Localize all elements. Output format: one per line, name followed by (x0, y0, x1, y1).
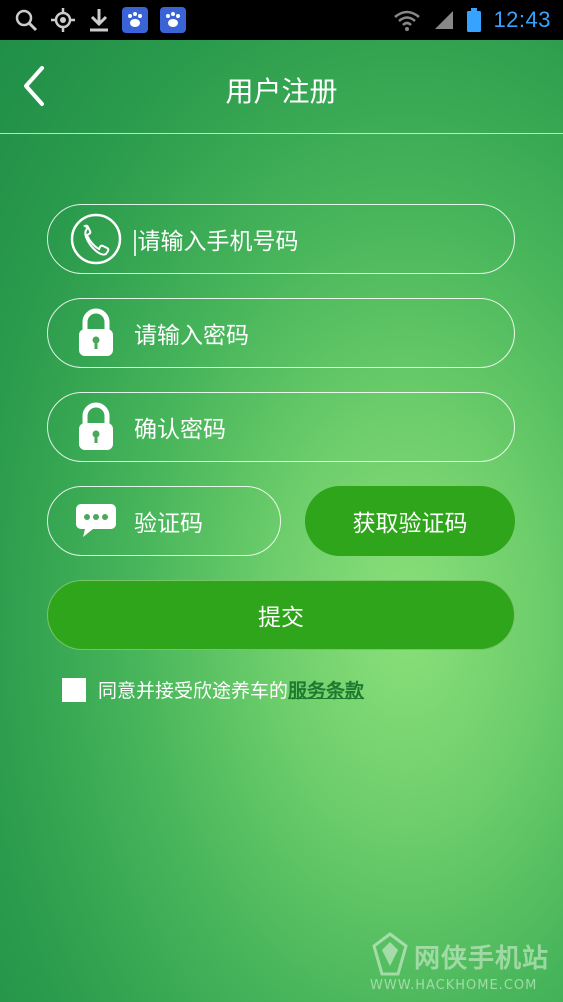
watermark-title: 网侠手机站 (414, 944, 550, 974)
phone-icon (66, 209, 126, 269)
baidu-paw-icon (122, 7, 148, 33)
phone-input[interactable]: 请输入手机号码 (134, 222, 299, 256)
watermark: 网侠手机站 WWW.HACKHOME.COM (370, 928, 560, 998)
text-cursor (134, 229, 136, 256)
baidu-paw-icon (160, 7, 186, 33)
gps-icon (50, 7, 76, 33)
code-field[interactable]: 验证码 (47, 486, 281, 556)
terms-link[interactable]: 服务条款 (288, 676, 364, 703)
status-time: 12:43 (493, 7, 551, 32)
wifi-icon (393, 9, 421, 31)
signal-icon (433, 9, 455, 31)
code-input[interactable]: 验证码 (134, 504, 203, 538)
app-header: 用户注册 (0, 40, 563, 134)
agree-checkbox[interactable] (62, 677, 86, 702)
watermark-logo-icon (372, 932, 408, 976)
download-icon (88, 7, 110, 33)
confirm-password-input[interactable]: 确认密码 (134, 410, 226, 444)
status-bar: 12:43 (0, 0, 563, 40)
submit-button[interactable]: 提交 (47, 580, 515, 650)
battery-icon (467, 8, 482, 32)
watermark-url: WWW.HACKHOME.COM (370, 978, 538, 993)
phone-field[interactable]: 请输入手机号码 (47, 204, 515, 274)
lock-icon (66, 397, 126, 457)
agreement-text: 同意并接受欣途养车的 (98, 680, 289, 702)
confirm-password-field[interactable]: 确认密码 (47, 392, 515, 462)
password-field[interactable]: 请输入密码 (47, 298, 515, 368)
get-code-button[interactable]: 获取验证码 (305, 486, 515, 556)
agreement-row: 同意并接受欣途养车的 服务条款 (62, 676, 364, 703)
header-divider (0, 133, 563, 134)
search-icon (14, 8, 38, 32)
phone-placeholder: 请输入手机号码 (137, 229, 299, 255)
page-title: 用户注册 (225, 75, 338, 108)
password-input[interactable]: 请输入密码 (134, 316, 249, 350)
chat-bubble-icon (66, 491, 126, 551)
lock-icon (66, 303, 126, 363)
